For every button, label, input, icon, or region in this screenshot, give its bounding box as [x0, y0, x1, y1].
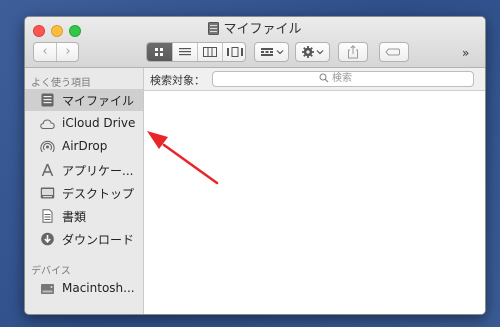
action-button[interactable] — [295, 42, 330, 62]
sidebar-item-label: アプリケー... — [62, 164, 134, 178]
titlebar: マイファイル ‹ › » — [25, 17, 485, 68]
icon-view-button[interactable] — [147, 43, 172, 61]
column-view-button[interactable] — [197, 43, 222, 61]
sidebar-item-desktop[interactable]: デスクトップ — [25, 182, 143, 204]
list-icon — [179, 48, 191, 56]
sidebar-item-label: AirDrop — [62, 139, 108, 153]
sidebar-item-airdrop[interactable]: AirDrop — [25, 136, 143, 158]
back-button[interactable]: ‹ — [34, 43, 57, 61]
sidebar-item-downloads[interactable]: ダウンロード — [25, 228, 143, 250]
grid-icon — [155, 48, 163, 56]
columns-icon — [203, 47, 217, 57]
sidebar-item-label: Macintosh... — [62, 281, 135, 295]
cloud-icon — [40, 119, 55, 129]
arrange-button[interactable] — [254, 42, 289, 62]
search-placeholder: 検索 — [319, 72, 352, 86]
sidebar-item-applications[interactable]: アプリケー... — [25, 159, 143, 181]
tag-icon — [385, 48, 400, 56]
sidebar-section-favorites-header: よく使う項目 — [31, 78, 91, 89]
downloads-icon — [41, 232, 54, 246]
sidebar-item-icloud-drive[interactable]: iCloud Drive — [25, 113, 143, 135]
search-placeholder-text: 検索 — [332, 73, 352, 84]
gear-icon — [302, 46, 324, 58]
desktop-icon — [40, 187, 55, 199]
sidebar-item-documents[interactable]: 書類 — [25, 205, 143, 227]
my-files-icon — [208, 22, 220, 35]
share-button[interactable] — [338, 42, 368, 62]
chevron-right-icon: › — [65, 44, 71, 59]
sidebar-item-label: マイファイル — [62, 94, 135, 108]
file-list-area[interactable] — [144, 91, 485, 314]
cover-flow-view-button[interactable] — [222, 43, 246, 61]
window-title-area: マイファイル — [25, 21, 485, 39]
my-files-icon — [41, 93, 54, 107]
search-scope-bar: 検索対象： 検索 — [144, 68, 485, 91]
sidebar-item-my-files[interactable]: マイファイル — [25, 89, 143, 111]
sidebar-item-label: iCloud Drive — [62, 116, 136, 130]
sidebar-item-label: ダウンロード — [62, 233, 135, 247]
airdrop-icon — [40, 140, 55, 153]
documents-icon — [42, 209, 53, 223]
search-input[interactable]: 検索 — [212, 71, 474, 87]
share-icon — [348, 45, 358, 59]
finder-window: マイファイル ‹ › » よく使う項目 マイファイル iCloud Drive … — [24, 16, 486, 315]
sidebar-item-macintosh-hd[interactable]: Macintosh... — [25, 278, 143, 300]
sidebar-item-label: デスクトップ — [62, 187, 135, 201]
hard-disk-icon — [41, 284, 54, 294]
applications-icon — [41, 163, 54, 177]
arrange-icon — [261, 48, 284, 56]
sidebar: よく使う項目 マイファイル iCloud Drive AirDrop アプリケー… — [25, 68, 144, 314]
toolbar-overflow-button[interactable]: » — [462, 46, 469, 60]
search-icon — [319, 73, 329, 83]
tag-button[interactable] — [379, 42, 409, 62]
cover-flow-icon — [227, 47, 243, 57]
search-scope-label: 検索対象： — [150, 74, 205, 87]
view-mode-buttons — [146, 42, 246, 62]
sidebar-item-label: 書類 — [62, 210, 87, 224]
window-title: マイファイル — [223, 22, 302, 37]
navigation-buttons: ‹ › — [33, 42, 79, 62]
list-view-button[interactable] — [172, 43, 197, 61]
sidebar-section-devices-header: デバイス — [31, 266, 71, 277]
forward-button[interactable]: › — [57, 43, 79, 61]
chevron-left-icon: ‹ — [42, 44, 48, 59]
